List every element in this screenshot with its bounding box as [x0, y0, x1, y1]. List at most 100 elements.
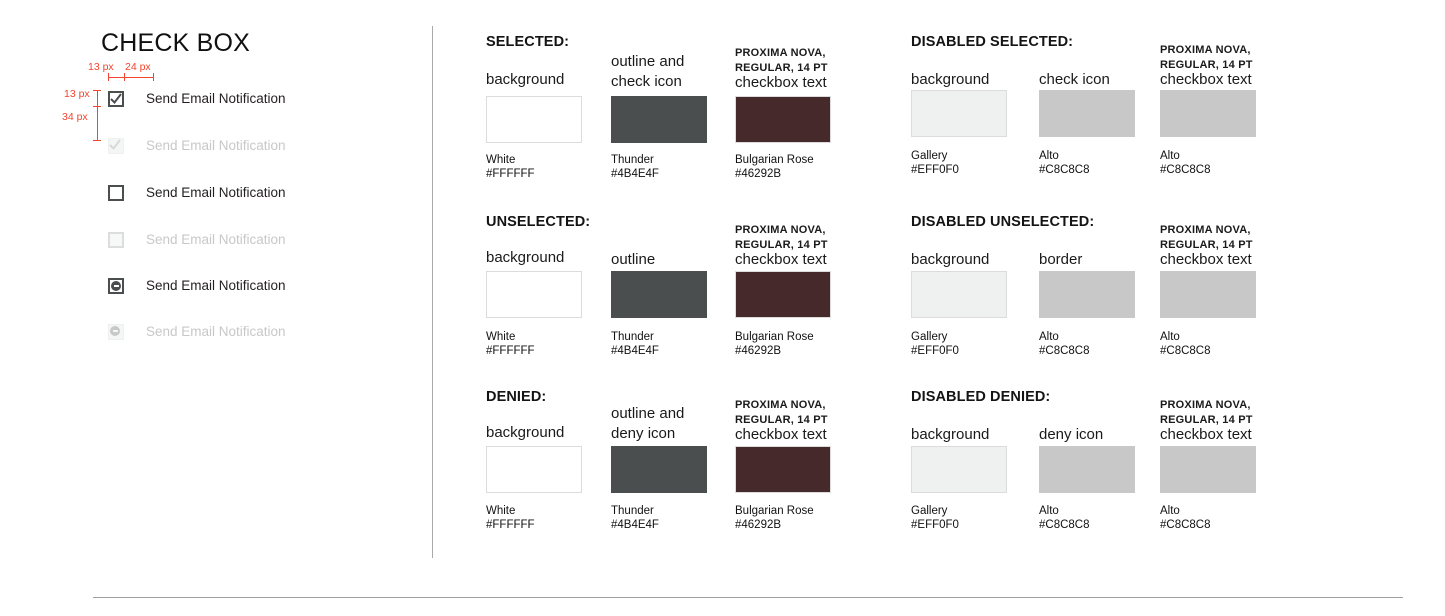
color-swatch [1160, 271, 1256, 318]
measurement-tick-left [108, 73, 109, 81]
color-swatch [611, 96, 707, 143]
page-title: CHECK BOX [101, 29, 250, 58]
color-swatch [735, 96, 831, 143]
color-name: Bulgarian Rose [735, 153, 814, 168]
checkbox-row-denied[interactable]: Send Email Notification [108, 277, 286, 294]
checkbox-row-disabled-selected: Send Email Notification [108, 137, 286, 154]
color-hex: #4B4E4F [611, 518, 659, 533]
deny-dash [113, 330, 118, 332]
checkbox-row-disabled-unselected: Send Email Notification [108, 231, 286, 248]
color-swatch [611, 446, 707, 493]
checkbox-row-selected[interactable]: Send Email Notification [108, 90, 286, 107]
color-hex: #EFF0F0 [911, 518, 959, 533]
deny-dot [111, 281, 121, 291]
spec-font-line1: PROXIMA NOVA, [735, 46, 826, 61]
color-name: Alto [1160, 149, 1180, 164]
color-name: Gallery [911, 149, 947, 164]
spec-column-heading: outline and [611, 404, 684, 424]
spec-section-title: DISABLED UNSELECTED: [911, 214, 1094, 230]
color-name: White [486, 504, 515, 519]
measurement-label-row-spacing: 34 px [62, 111, 88, 123]
spec-section-title: UNSELECTED: [486, 214, 590, 230]
spec-font-line1: PROXIMA NOVA, [735, 223, 826, 238]
spec-column-heading-line2: deny icon [611, 424, 675, 444]
color-name: White [486, 330, 515, 345]
color-name: White [486, 153, 515, 168]
color-swatch [911, 271, 1007, 318]
bottom-divider [93, 597, 1403, 598]
spec-column-heading: checkbox text [1160, 250, 1252, 270]
spec-column-heading: outline and [611, 52, 684, 72]
panel-divider [432, 26, 433, 558]
color-swatch [611, 271, 707, 318]
color-swatch [1039, 90, 1135, 137]
color-name: Alto [1039, 149, 1059, 164]
measurement-tick-right [153, 73, 154, 81]
checkbox-checked-icon[interactable] [108, 91, 124, 107]
color-swatch [1160, 90, 1256, 137]
measurement-rule-vertical-long [97, 106, 98, 140]
color-name: Alto [1160, 504, 1180, 519]
spec-column-heading: background [486, 423, 564, 443]
spec-font-line1: PROXIMA NOVA, [1160, 223, 1251, 238]
spec-font-line1: PROXIMA NOVA, [1160, 43, 1251, 58]
checkbox-row-unselected[interactable]: Send Email Notification [108, 184, 286, 201]
spec-column-heading: check icon [1039, 70, 1110, 90]
color-hex: #C8C8C8 [1160, 344, 1211, 359]
spec-font-line1: PROXIMA NOVA, [735, 398, 826, 413]
color-hex: #FFFFFF [486, 518, 535, 533]
color-swatch [1039, 271, 1135, 318]
measurement-rule-horizontal [108, 77, 154, 78]
checkbox-unchecked-icon[interactable] [108, 185, 124, 201]
color-hex: #C8C8C8 [1160, 163, 1211, 178]
checkbox-label: Send Email Notification [146, 186, 286, 200]
checkbox-unchecked-disabled-icon [108, 232, 124, 248]
color-swatch [911, 90, 1007, 137]
color-name: Thunder [611, 504, 654, 519]
spec-column-heading: checkbox text [735, 425, 827, 445]
spec-column-heading: outline [611, 250, 655, 270]
spec-column-heading: checkbox text [1160, 70, 1252, 90]
color-swatch [486, 271, 582, 318]
measurement-tick-top [93, 90, 101, 91]
spec-column-heading: checkbox text [735, 250, 827, 270]
color-swatch [486, 446, 582, 493]
color-hex: #C8C8C8 [1039, 163, 1090, 178]
color-hex: #46292B [735, 167, 781, 182]
color-name: Gallery [911, 330, 947, 345]
measurement-tick-bottom [93, 140, 101, 141]
measurement-tick-mid [124, 73, 125, 81]
spec-section-title: DISABLED DENIED: [911, 389, 1050, 405]
color-hex: #46292B [735, 518, 781, 533]
spec-column-heading: deny icon [1039, 425, 1103, 445]
checkbox-label: Send Email Notification [146, 279, 286, 293]
spec-column-heading: background [911, 70, 989, 90]
checkbox-checked-disabled-icon [108, 138, 124, 154]
color-name: Thunder [611, 330, 654, 345]
color-hex: #C8C8C8 [1160, 518, 1211, 533]
color-name: Alto [1039, 330, 1059, 345]
color-swatch [486, 96, 582, 143]
color-hex: #C8C8C8 [1039, 518, 1090, 533]
checkbox-style-guide-page: CHECK BOX 13 px 24 px 13 px 34 px Se [0, 0, 1445, 616]
color-swatch [735, 446, 831, 493]
spec-section-title: SELECTED: [486, 34, 569, 50]
color-swatch [1039, 446, 1135, 493]
color-name: Alto [1039, 504, 1059, 519]
spec-column-heading: border [1039, 250, 1082, 270]
spec-font-line1: PROXIMA NOVA, [1160, 398, 1251, 413]
spec-column-heading: background [911, 250, 989, 270]
checkbox-examples-panel: CHECK BOX 13 px 24 px 13 px 34 px Se [0, 0, 432, 616]
color-name: Bulgarian Rose [735, 330, 814, 345]
checkbox-row-disabled-denied: Send Email Notification [108, 323, 286, 340]
color-hex: #FFFFFF [486, 167, 535, 182]
spec-column-heading: checkbox text [1160, 425, 1252, 445]
spec-column-heading: background [911, 425, 989, 445]
color-hex: #EFF0F0 [911, 163, 959, 178]
checkbox-denied-disabled-icon [108, 324, 124, 340]
checkbox-denied-icon[interactable] [108, 278, 124, 294]
color-name: Alto [1160, 330, 1180, 345]
color-hex: #4B4E4F [611, 167, 659, 182]
color-swatch [1160, 446, 1256, 493]
deny-dot [110, 326, 120, 336]
